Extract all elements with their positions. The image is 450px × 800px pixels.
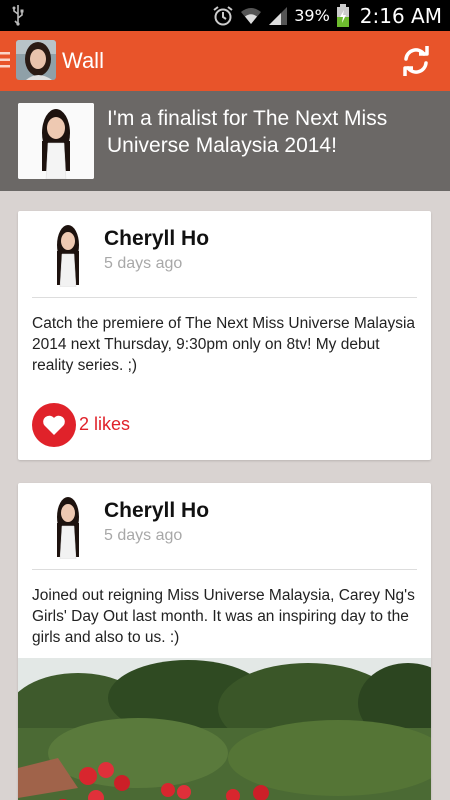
post-text: Joined out reigning Miss Universe Malays… [32,587,415,646]
action-bar: Wall [0,31,450,91]
author-name[interactable]: Cheryll Ho [104,499,209,523]
like-button[interactable] [32,403,76,447]
signal-icon [269,6,288,25]
status-bar: 39% 2:16 AM [0,0,450,31]
clock: 2:16 AM [359,3,442,28]
alarm-icon [213,5,233,25]
author-name[interactable]: Cheryll Ho [104,227,209,251]
post-card: Cheryll Ho 5 days ago Catch the premiere… [18,211,431,460]
post-timestamp: 5 days ago [104,255,183,272]
divider [32,297,417,298]
author-avatar[interactable] [34,221,100,287]
banner-photo[interactable] [18,103,94,179]
refresh-icon[interactable] [400,45,432,77]
wifi-icon [241,7,262,24]
menu-icon[interactable] [0,49,12,71]
profile-avatar[interactable] [16,40,56,80]
author-avatar[interactable] [34,493,100,559]
profile-banner: I'm a finalist for The Next Miss Univers… [0,91,450,191]
battery-percent: 39% [294,6,330,25]
likes-count[interactable]: 2 likes [79,414,130,435]
heart-icon [43,415,65,435]
post-photo[interactable] [18,658,431,800]
banner-status-text: I'm a finalist for The Next Miss Univers… [107,107,388,157]
post-card: Cheryll Ho 5 days ago Joined out reignin… [18,483,431,800]
divider [32,569,417,570]
post-text: Catch the premiere of The Next Miss Univ… [32,315,416,374]
battery-charging-icon [336,3,349,27]
post-timestamp: 5 days ago [104,527,183,544]
page-title: Wall [62,48,104,73]
usb-icon [12,5,24,26]
